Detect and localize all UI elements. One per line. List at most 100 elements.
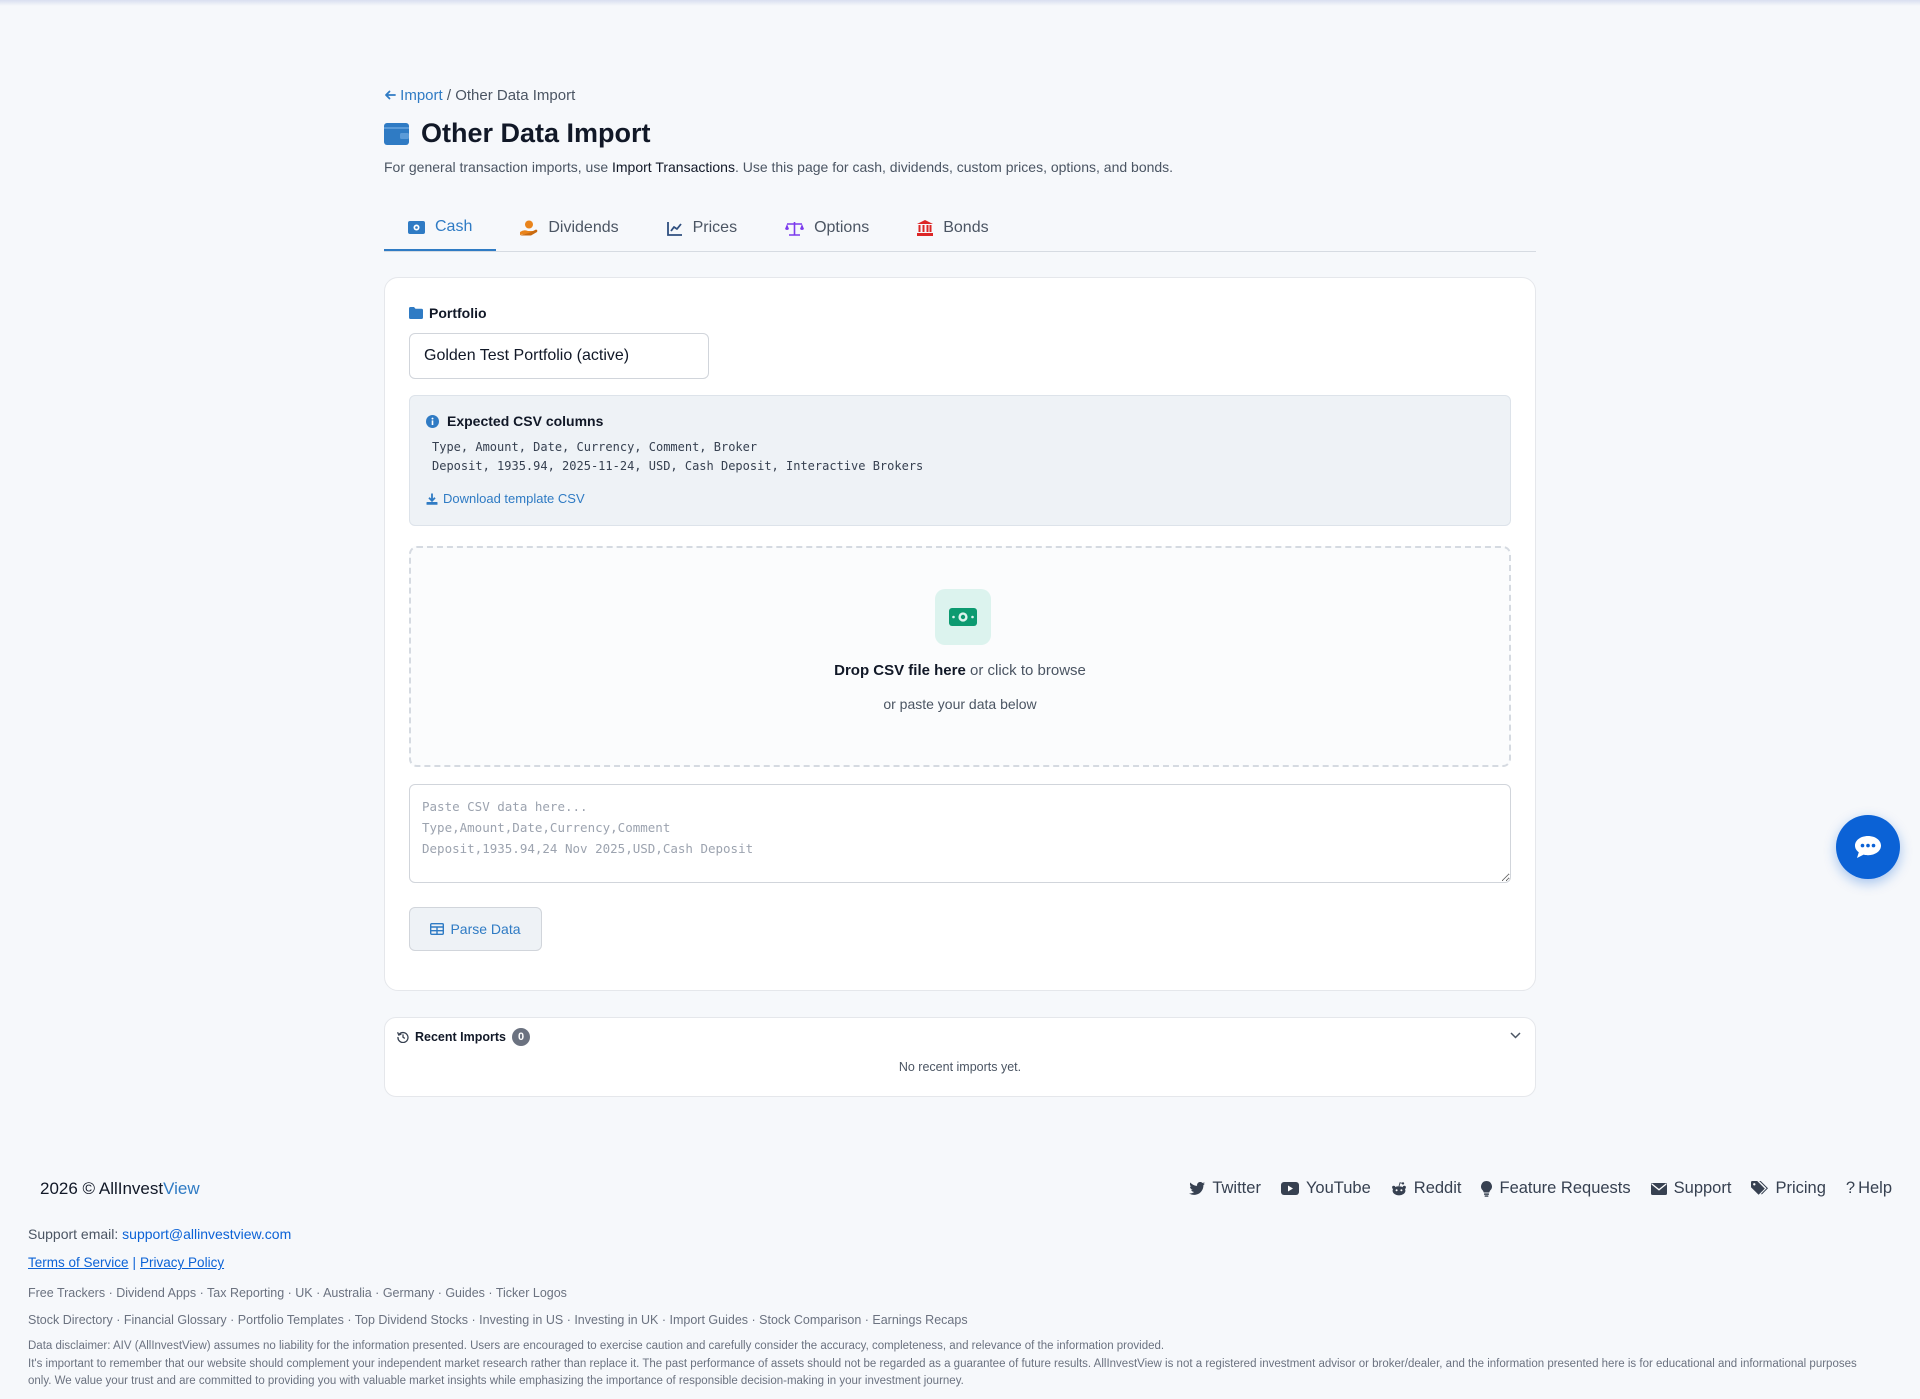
footer-brand-accent: View: [163, 1179, 200, 1198]
tab-dividends-label: Dividends: [548, 219, 619, 236]
footer-link-feature-requests[interactable]: Feature Requests: [1481, 1179, 1631, 1198]
tab-options-label: Options: [814, 219, 870, 236]
wallet-icon: [384, 122, 409, 145]
lightbulb-icon: [1481, 1180, 1493, 1197]
seo-link[interactable]: Australia: [323, 1286, 372, 1300]
dropzone-icon-tile: [935, 589, 991, 645]
csv-dropzone[interactable]: Drop CSV file here or click to browse or…: [409, 546, 1511, 767]
seo-link[interactable]: Investing in US: [479, 1313, 563, 1327]
dropzone-instruction-bold: Drop CSV file here: [834, 662, 966, 679]
top-shadow: [0, 0, 1920, 6]
footer-link-feature-requests-label: Feature Requests: [1499, 1179, 1631, 1197]
tab-dividends[interactable]: Dividends: [496, 205, 642, 251]
footer-link-help-label: Help: [1858, 1179, 1892, 1197]
recent-imports-count-badge: 0: [512, 1028, 530, 1046]
dropzone-subtext: or paste your data below: [883, 696, 1037, 712]
footer-link-support[interactable]: Support: [1650, 1179, 1732, 1198]
folder-icon: [409, 307, 423, 319]
seo-link[interactable]: Dividend Apps: [116, 1286, 196, 1300]
seo-link[interactable]: UK: [295, 1286, 312, 1300]
footer-link-youtube[interactable]: YouTube: [1280, 1179, 1371, 1198]
legal-links: Terms of Service | Privacy Policy: [28, 1255, 224, 1270]
chat-bubble-icon: [1855, 836, 1881, 858]
chevron-down-icon[interactable]: [1510, 1032, 1521, 1039]
portfolio-label: Portfolio: [409, 305, 487, 321]
import-transactions-link[interactable]: Import Transactions: [612, 159, 735, 175]
tab-prices-label: Prices: [692, 219, 738, 236]
recent-imports-toggle[interactable]: Recent Imports 0: [397, 1028, 530, 1046]
footer-brand: 2026 © AllInvestView: [40, 1179, 200, 1199]
footer-copyright: 2026 ©: [40, 1179, 99, 1198]
twitter-icon: [1189, 1182, 1206, 1195]
expected-columns-title: Expected CSV columns: [447, 413, 604, 429]
scale-icon: [785, 221, 805, 236]
seo-link[interactable]: Investing in UK: [574, 1313, 658, 1327]
info-icon: [426, 414, 439, 428]
tab-cash[interactable]: Cash: [384, 205, 497, 251]
table-icon: [430, 923, 445, 935]
expected-columns-heading: Expected CSV columns: [426, 413, 603, 429]
subtitle-suffix: . Use this page for cash, dividends, cus…: [734, 159, 1174, 175]
page-header: Other Data Import: [384, 118, 651, 149]
download-icon: [426, 493, 438, 505]
seo-link[interactable]: Stock Comparison: [759, 1313, 861, 1327]
seo-link[interactable]: Ticker Logos: [496, 1286, 567, 1300]
support-email-link[interactable]: support@allinvestview.com: [122, 1226, 291, 1242]
data-disclaimer: Data disclaimer: AIV (AllInvestView) ass…: [28, 1338, 1868, 1391]
footer-link-twitter[interactable]: Twitter: [1189, 1179, 1261, 1198]
money-icon: [408, 220, 425, 234]
import-type-tabs: Cash Dividends Prices Options Bonds: [384, 205, 1536, 252]
footer-link-twitter-label: Twitter: [1212, 1179, 1261, 1197]
dropzone-instruction-rest: or click to browse: [965, 662, 1086, 679]
seo-link[interactable]: Tax Reporting: [207, 1286, 284, 1300]
footer-link-support-label: Support: [1673, 1179, 1732, 1197]
breadcrumb: Import / Other Data Import: [384, 87, 575, 104]
footer-brand-name: AllInvest: [98, 1179, 164, 1198]
download-template-link[interactable]: Download template CSV: [426, 491, 585, 506]
tags-icon: [1751, 1181, 1769, 1195]
recent-imports-panel: Recent Imports 0 No recent imports yet.: [384, 1017, 1536, 1097]
chat-button[interactable]: [1836, 815, 1900, 879]
breadcrumb-separator: /: [446, 87, 452, 104]
terms-of-service-link[interactable]: Terms of Service: [28, 1255, 129, 1270]
tab-bonds[interactable]: Bonds: [893, 205, 1012, 251]
paste-csv-textarea[interactable]: [409, 784, 1511, 883]
breadcrumb-back-link[interactable]: Import: [384, 87, 447, 104]
breadcrumb-current: Other Data Import: [455, 87, 576, 104]
tab-options[interactable]: Options: [761, 205, 893, 251]
parse-data-button[interactable]: Parse Data: [409, 907, 542, 951]
tab-prices[interactable]: Prices: [643, 205, 761, 251]
seo-link[interactable]: Free Trackers: [28, 1286, 105, 1300]
footer-link-reddit[interactable]: Reddit: [1391, 1179, 1462, 1198]
arrow-left-icon: [385, 90, 396, 100]
seo-link[interactable]: Guides: [445, 1286, 485, 1300]
seo-link[interactable]: Financial Glossary: [124, 1313, 227, 1327]
seo-link[interactable]: Portfolio Templates: [238, 1313, 344, 1327]
seo-link[interactable]: Top Dividend Stocks: [355, 1313, 468, 1327]
line-chart-icon: [666, 221, 682, 236]
portfolio-label-text: Portfolio: [429, 305, 487, 321]
tab-bonds-label: Bonds: [943, 219, 989, 236]
footer-link-pricing[interactable]: Pricing: [1751, 1179, 1826, 1198]
portfolio-select[interactable]: Golden Test Portfolio (active): [409, 333, 709, 379]
money-bill-icon: [949, 608, 977, 626]
subtitle-prefix: For general transaction imports, use: [384, 159, 612, 175]
seo-link[interactable]: Earnings Recaps: [872, 1313, 967, 1327]
support-email-line: Support email: support@allinvestview.com: [28, 1226, 291, 1242]
parse-data-label: Parse Data: [450, 921, 521, 937]
footer-link-help[interactable]: ? Help: [1846, 1179, 1892, 1198]
question-icon: ?: [1845, 1179, 1856, 1197]
breadcrumb-back-label: Import: [400, 87, 443, 104]
privacy-policy-link[interactable]: Privacy Policy: [140, 1255, 224, 1270]
footer-link-youtube-label: YouTube: [1305, 1179, 1371, 1197]
footer-link-reddit-label: Reddit: [1413, 1179, 1462, 1197]
legal-separator: |: [132, 1255, 137, 1270]
download-template-label: Download template CSV: [443, 491, 585, 506]
history-icon: [397, 1031, 409, 1043]
recent-imports-empty-text: No recent imports yet.: [898, 1060, 1022, 1074]
seo-link[interactable]: Germany: [383, 1286, 434, 1300]
seo-link[interactable]: Stock Directory: [28, 1313, 113, 1327]
support-email-prefix: Support email:: [28, 1226, 123, 1242]
expected-columns-box: Expected CSV columns Type, Amount, Date,…: [409, 395, 1511, 526]
seo-link[interactable]: Import Guides: [670, 1313, 749, 1327]
